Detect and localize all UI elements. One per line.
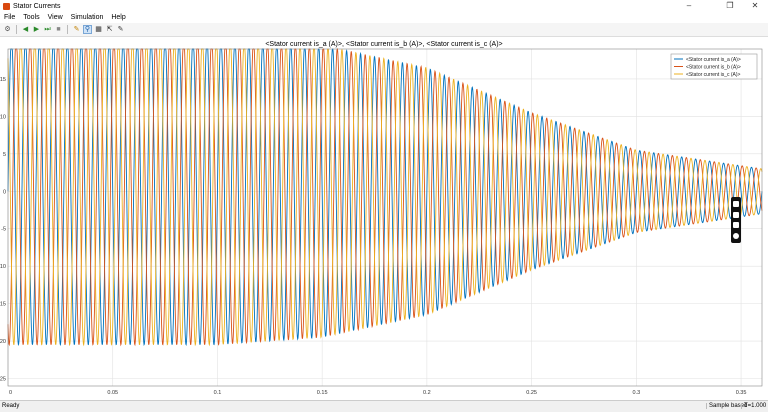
sim-time: T=1.000 [741, 403, 766, 409]
plot-area: <Stator current is_a (A)>, <Stator curre… [0, 37, 768, 400]
gear-icon[interactable]: ⚙ [3, 25, 12, 34]
y-tick-label: 15 [0, 77, 6, 83]
fit-icon[interactable]: ▦ [94, 25, 103, 34]
pan-icon[interactable] [733, 211, 739, 218]
zoom-in-icon[interactable] [733, 222, 739, 229]
edit-icon[interactable]: ✎ [116, 25, 125, 34]
x-tick-label: 0.05 [107, 390, 118, 396]
minimize-button[interactable]: – [678, 0, 700, 12]
x-tick-label: 0.3 [633, 390, 641, 396]
status-text: Ready [2, 403, 20, 409]
y-tick-label: 10 [0, 114, 6, 120]
y-tick-label: -20 [0, 339, 6, 345]
legend-label: <Stator current is_a (A)> [686, 57, 741, 63]
x-axis: 0 0.05 0.1 0.15 0.2 0.25 0.3 0.35 [9, 390, 746, 396]
legend[interactable]: <Stator current is_a (A)> <Stator current… [670, 53, 758, 80]
highlight-icon[interactable]: ✎ [72, 25, 81, 34]
x-tick-label: 0.35 [736, 390, 747, 396]
x-tick-label: 0.25 [526, 390, 537, 396]
y-tick-label: -15 [0, 302, 6, 308]
menu-tools[interactable]: Tools [19, 12, 43, 23]
y-tick-label: 0 [3, 189, 6, 195]
x-tick-label: 0 [9, 390, 12, 396]
title-bar: Stator Currents – ❐ ✕ [0, 0, 768, 12]
x-tick-label: 0.15 [317, 390, 328, 396]
y-tick-label: 5 [3, 152, 6, 158]
y-tick-label: -25 [0, 377, 6, 383]
toolbar-separator [67, 25, 68, 34]
cursor-icon[interactable]: ⇱ [105, 25, 114, 34]
y-axis: -25 -20 -15 -10 -5 0 5 10 15 [0, 77, 6, 383]
window-title: Stator Currents [13, 2, 61, 10]
menu-bar: File Tools View Simulation Help [0, 12, 768, 23]
step-forward-icon[interactable]: ⏭ [43, 25, 52, 34]
legend-label: <Stator current is_c (A)> [686, 72, 741, 78]
restore-button[interactable]: ❐ [719, 0, 741, 12]
close-button[interactable]: ✕ [744, 0, 766, 12]
zoom-icon[interactable]: ⚲ [83, 25, 92, 34]
toolbar: ⚙ ◀ ▶ ⏭ ■ ✎ ⚲ ▦ ⇱ ✎ [0, 23, 768, 37]
lock-icon[interactable] [733, 201, 739, 208]
y-tick-label: -5 [1, 227, 6, 233]
chart-title: <Stator current is_a (A)>, <Stator curre… [265, 41, 502, 48]
chart-svg[interactable]: <Stator current is_a (A)>, <Stator curre… [0, 37, 768, 400]
x-tick-label: 0.2 [423, 390, 431, 396]
run-icon[interactable]: ▶ [32, 25, 41, 34]
x-tick-label: 0.1 [214, 390, 222, 396]
menu-simulation[interactable]: Simulation [67, 12, 108, 23]
settings-icon[interactable] [733, 232, 739, 239]
app-icon [3, 2, 10, 10]
legend-label: <Stator current is_b (A)> [686, 65, 741, 71]
menu-view[interactable]: View [44, 12, 67, 23]
menu-file[interactable]: File [0, 12, 19, 23]
menu-help[interactable]: Help [107, 12, 129, 23]
y-tick-label: -10 [0, 264, 6, 270]
axes-toolbar [731, 197, 741, 243]
toolbar-separator [16, 25, 17, 34]
status-bar: Ready Sample based T=1.000 [0, 400, 768, 412]
stop-icon[interactable]: ■ [54, 25, 63, 34]
back-icon[interactable]: ◀ [21, 25, 30, 34]
series-lines [7, 47, 763, 347]
